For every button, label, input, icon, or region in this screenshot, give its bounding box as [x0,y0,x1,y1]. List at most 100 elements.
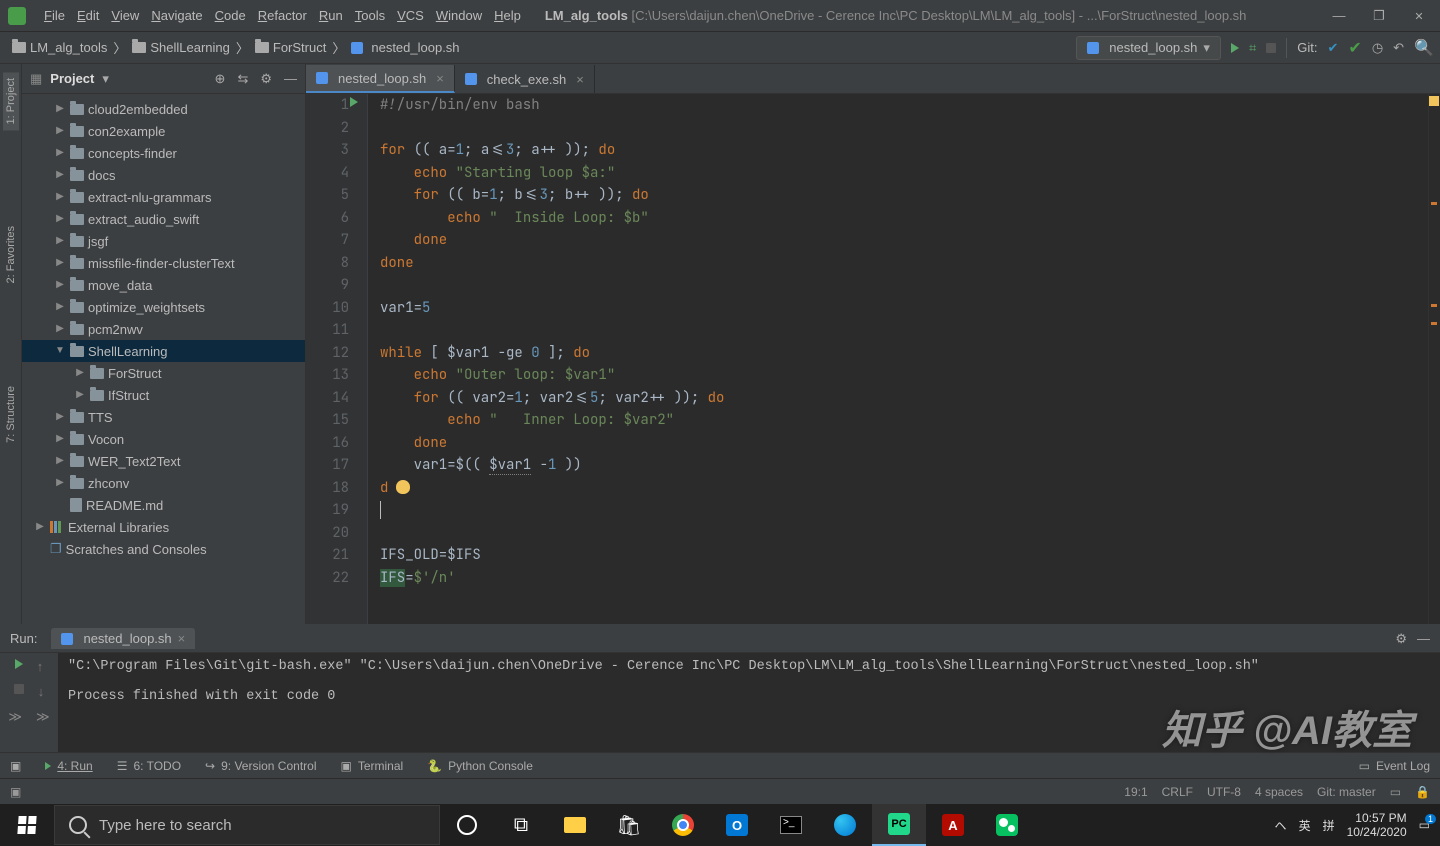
tree-item[interactable]: ▶con2example [22,120,305,142]
tree-item[interactable]: ▶External Libraries [22,516,305,538]
settings-icon[interactable] [260,71,272,87]
tree-item[interactable]: ▶missfile-finder-clusterText [22,252,305,274]
run-console[interactable]: "C:\Program Files\Git\git-bash.exe" "C:\… [58,653,1440,752]
bt-terminal[interactable]: ▣Terminal [341,759,404,773]
tree-item[interactable]: ▶optimize_weightsets [22,296,305,318]
stop-icon[interactable] [14,684,24,694]
bt-todo[interactable]: ☰6: TODO [117,759,181,773]
stop-button[interactable] [1266,43,1276,53]
code-line[interactable] [380,117,724,140]
lock-icon[interactable]: 🔒 [1415,785,1430,799]
up-icon[interactable]: ↑ [37,659,44,674]
git-update-icon[interactable]: ✔ [1328,40,1339,56]
adobe-icon[interactable]: A [926,804,980,846]
gutter-line-number[interactable]: 22 [306,567,349,590]
tray-up-icon[interactable]: ヘ [1275,817,1287,834]
code-line[interactable] [380,499,724,522]
caret-position[interactable]: 19:1 [1124,785,1147,799]
explorer-icon[interactable] [548,804,602,846]
chrome-icon[interactable] [656,804,710,846]
store-icon[interactable]: 🛍 [602,804,656,846]
git-commit-icon[interactable]: ✔ [1348,38,1361,58]
code-line[interactable]: for (( b=1; b<=3; b++ )); do [380,184,724,207]
menu-run[interactable]: Run [313,4,349,27]
menu-view[interactable]: View [105,4,145,27]
tree-item[interactable]: ▶TTS [22,406,305,428]
code-line[interactable]: done [380,432,724,455]
ime-mode[interactable]: 拼 [1323,817,1335,834]
editor-tab[interactable]: nested_loop.sh× [306,65,455,93]
indent-setting[interactable]: 4 spaces [1255,785,1303,799]
code-line[interactable]: IFS=$'/n' [380,567,724,590]
menu-code[interactable]: Code [209,4,252,27]
code-line[interactable]: while [ $var1 -ge 0 ]; do [380,342,724,365]
code-editor[interactable]: 12345678910111213141516171819202122 #!/u… [306,94,1440,624]
code-line[interactable] [380,274,724,297]
tree-item[interactable]: ▶concepts-finder [22,142,305,164]
code-line[interactable]: echo " Inside Loop: $b" [380,207,724,230]
gutter-line-number[interactable]: 12 [306,342,349,365]
code-line[interactable]: for (( var2=1; var2<=5; var2++ )); do [380,387,724,410]
code-line[interactable]: done [380,229,724,252]
tree-item[interactable]: ❐Scratches and Consoles [22,538,305,560]
code-line[interactable] [380,319,724,342]
taskbar-search[interactable]: Type here to search [54,805,440,845]
tree-item[interactable]: ▶jsgf [22,230,305,252]
gutter-line-number[interactable]: 11 [306,319,349,342]
editor-tab[interactable]: check_exe.sh× [455,65,595,93]
hide-run-icon[interactable] [1417,631,1430,647]
hide-panel-icon[interactable] [284,71,297,87]
notifications-icon[interactable]: ▭1 [1419,818,1430,832]
gutter-line-number[interactable]: 7 [306,229,349,252]
tree-item[interactable]: ▶docs [22,164,305,186]
tree-item[interactable]: ▶pcm2nwv [22,318,305,340]
menu-tools[interactable]: Tools [349,4,391,27]
gutter-line-number[interactable]: 1 [306,94,349,117]
bt-python-console[interactable]: 🐍Python Console [427,759,533,773]
menu-file[interactable]: File [38,4,71,27]
menu-edit[interactable]: Edit [71,4,105,27]
gutter-line-number[interactable]: 9 [306,274,349,297]
menu-window[interactable]: Window [430,4,488,27]
taskbar-clock[interactable]: 10:57 PM 10/24/2020 [1347,811,1407,839]
debug-button[interactable]: ⌗ [1249,40,1256,56]
menu-vcs[interactable]: VCS [391,4,430,27]
bt-vcs[interactable]: ↪9: Version Control [205,759,316,773]
code-line[interactable]: #!/usr/bin/env bash [380,94,724,117]
tree-item[interactable]: ▶Vocon [22,428,305,450]
cmd-icon[interactable]: >_ [764,804,818,846]
start-button[interactable] [0,804,54,846]
expand-icon[interactable]: ⇆ [237,71,248,87]
locate-icon[interactable]: ⊕ [215,71,226,87]
file-encoding[interactable]: UTF-8 [1207,785,1241,799]
vtab-structure[interactable]: 7: Structure [3,380,19,449]
gutter-line-number[interactable]: 21 [306,544,349,567]
gutter-line-number[interactable]: 3 [306,139,349,162]
code-line[interactable]: echo "Starting loop $a:" [380,162,724,185]
gutter-line-number[interactable]: 16 [306,432,349,455]
vtab-favorites[interactable]: 2: Favorites [3,220,19,289]
code-line[interactable]: de [380,477,724,500]
gutter-line-number[interactable]: 5 [306,184,349,207]
breadcrumb-item[interactable]: ForStruct [249,38,332,57]
gutter-line-number[interactable]: 19 [306,499,349,522]
edge-icon[interactable] [818,804,872,846]
tree-item[interactable]: ▶extract-nlu-grammars [22,186,305,208]
gutter-line-number[interactable]: 18 [306,477,349,500]
git-branch[interactable]: Git: master [1317,785,1376,799]
gutter-run-icon[interactable] [350,97,358,107]
close-tab-icon[interactable]: × [436,71,444,86]
more-icon[interactable]: ≫ [8,709,22,725]
minimize-button[interactable] [1332,8,1346,24]
maximize-button[interactable]: ❐ [1372,8,1386,24]
code-line[interactable]: for (( a=1; a<=3; a++ )); do [380,139,724,162]
gutter-line-number[interactable]: 4 [306,162,349,185]
system-tray[interactable]: ヘ 英 拼 10:57 PM 10/24/2020 ▭1 [1265,811,1440,839]
breadcrumb-item[interactable]: nested_loop.sh [345,38,465,57]
gutter-line-number[interactable]: 8 [306,252,349,275]
pycharm-icon[interactable]: PC [872,804,926,846]
breadcrumb-item[interactable]: LM_alg_tools [6,38,113,57]
toolwin-button-icon[interactable]: ▣ [10,759,21,773]
gutter-line-number[interactable]: 20 [306,522,349,545]
gutter-line-number[interactable]: 17 [306,454,349,477]
